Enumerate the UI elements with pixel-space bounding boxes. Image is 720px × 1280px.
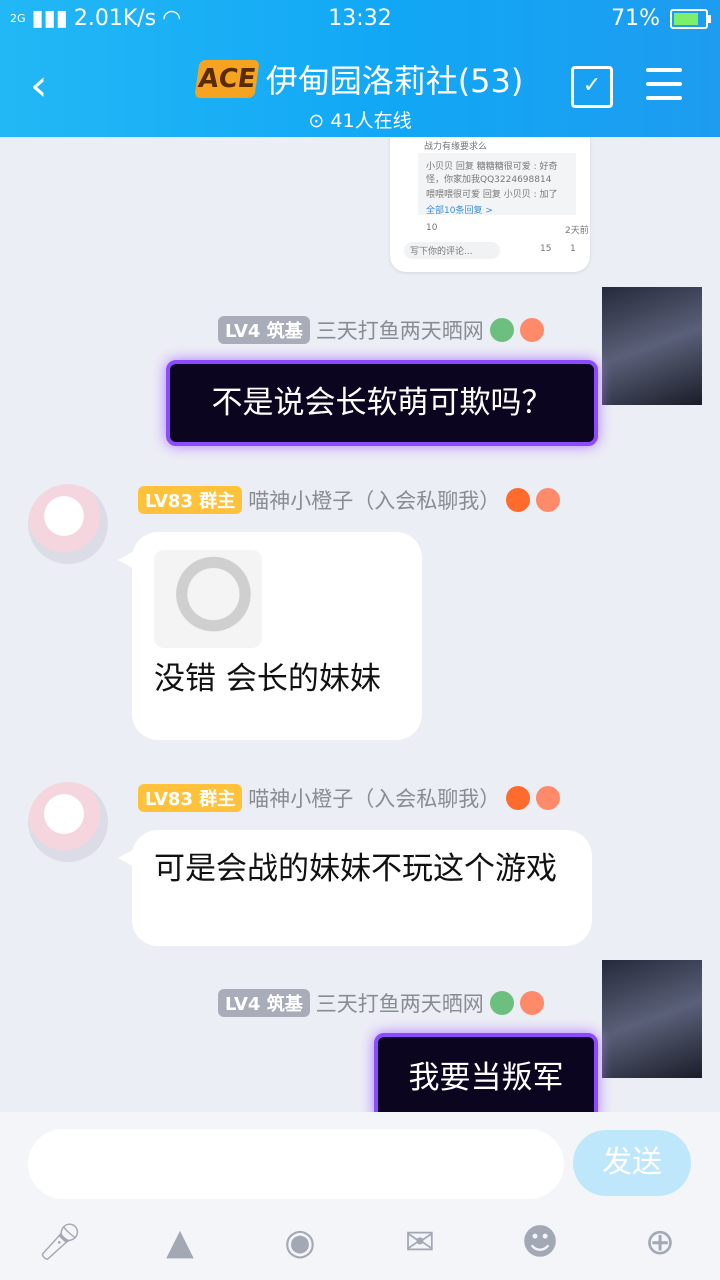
avatar[interactable] bbox=[28, 484, 108, 564]
reply-1: 小贝贝 回复 糖糖糖很可爱 : 好奇怪，你家加我QQ3224698814 bbox=[426, 162, 558, 185]
message-bubble[interactable]: 可是会战的妹妹不玩这个游戏 bbox=[118, 830, 592, 946]
level-badge: LV83 群主 bbox=[138, 486, 243, 514]
level-badge: LV4 筑基 bbox=[218, 316, 310, 344]
emoji-icon[interactable]: ☻ bbox=[517, 1220, 563, 1266]
level-badge: LV83 群主 bbox=[138, 784, 243, 812]
sender-name[interactable]: 三天打鱼两天晒网 bbox=[316, 315, 484, 345]
plus-icon[interactable]: ⊕ bbox=[637, 1220, 683, 1266]
smile-badge-icon bbox=[536, 488, 561, 512]
calendar-check-icon: ✓ bbox=[582, 73, 602, 98]
post-line: 战力有缘要求么 bbox=[424, 142, 488, 152]
comment-input: 写下你的评论... bbox=[404, 242, 500, 259]
reply-count: 15 bbox=[540, 244, 552, 254]
menu-button[interactable] bbox=[646, 68, 682, 110]
smile-badge-icon bbox=[519, 991, 544, 1015]
message-text: 没错 会长的妹妹 bbox=[154, 661, 381, 697]
fire-badge-icon bbox=[506, 488, 531, 512]
fire-badge-icon bbox=[506, 786, 531, 810]
calendar-button[interactable]: ✓ bbox=[571, 66, 613, 108]
red-packet-icon[interactable]: ✉ bbox=[397, 1220, 443, 1266]
camera-icon[interactable]: ◉ bbox=[277, 1220, 323, 1266]
online-count: ⊙ 41人在线 bbox=[0, 106, 720, 133]
app-header: 2G ▮▮▮ 2.01K/s ◠ 13:32 71% ‹ ACE 伊甸园洛莉社(… bbox=[0, 0, 720, 137]
image-icon[interactable]: ▲ bbox=[157, 1220, 203, 1266]
battery-percent: 71% bbox=[611, 6, 660, 31]
smile-badge-icon bbox=[519, 318, 544, 342]
group-logo: ACE bbox=[193, 60, 260, 98]
message-bubble[interactable]: 没错 会长的妹妹 bbox=[118, 532, 422, 740]
toolbar: 🎤︎ ▲ ◉ ✉ ☻ ⊕ bbox=[0, 1216, 720, 1272]
smile-badge-icon bbox=[536, 786, 561, 810]
post-time: 2天前 bbox=[565, 226, 589, 236]
check-circle-icon: ⊙ bbox=[308, 110, 331, 132]
online-count-label: 41人在线 bbox=[330, 110, 412, 132]
dragon-badge-icon bbox=[489, 991, 514, 1015]
send-button[interactable]: 发送 bbox=[573, 1130, 691, 1196]
battery-icon bbox=[670, 8, 711, 29]
reply-2: 喂喂喂很可爱 回复 小贝贝 : 加了 bbox=[426, 190, 558, 200]
comment-count: 10 bbox=[426, 223, 438, 233]
clock: 13:32 bbox=[328, 6, 392, 31]
reply-box: 小贝贝 回复 糖糖糖很可爱 : 好奇怪，你家加我QQ3224698814 喂喂喂… bbox=[418, 153, 576, 216]
avatar[interactable] bbox=[28, 782, 108, 862]
shared-post-screenshot[interactable]: 战力有缘要求么 小贝贝 回复 糖糖糖很可爱 : 好奇怪，你家加我QQ322469… bbox=[390, 137, 590, 272]
group-title[interactable]: 伊甸园洛莉社(53) bbox=[266, 62, 524, 100]
status-bar: 2G ▮▮▮ 2.01K/s ◠ 13:32 71% bbox=[0, 0, 720, 38]
dragon-badge-icon bbox=[489, 318, 514, 342]
input-bar: 发送 🎤︎ ▲ ◉ ✉ ☻ ⊕ bbox=[0, 1112, 720, 1280]
level-badge: LV4 筑基 bbox=[218, 989, 310, 1017]
sender-meta: LV4 筑基 三天打鱼两天晒网 bbox=[218, 315, 544, 345]
sender-meta: LV4 筑基 三天打鱼两天晒网 bbox=[218, 988, 544, 1018]
avatar[interactable] bbox=[602, 960, 702, 1078]
more-replies-link: 全部10条回复 > bbox=[426, 206, 493, 216]
chat-area[interactable]: 战力有缘要求么 小贝贝 回复 糖糖糖很可爱 : 好奇怪，你家加我QQ322469… bbox=[0, 137, 720, 1112]
message-bubble[interactable]: 不是说会长软萌可欺吗？ bbox=[166, 360, 598, 446]
avatar[interactable] bbox=[602, 287, 702, 405]
message-input[interactable] bbox=[28, 1129, 564, 1199]
message-bubble[interactable]: 我要当叛军 bbox=[374, 1033, 598, 1112]
microphone-icon[interactable]: 🎤︎ bbox=[37, 1220, 83, 1266]
like-count: 1 bbox=[570, 244, 576, 254]
sender-meta: LV83 群主 喵神小橙子（入会私聊我） bbox=[138, 485, 561, 515]
sender-meta: LV83 群主 喵神小橙子（入会私聊我） bbox=[138, 783, 561, 813]
ghost-sticker bbox=[154, 550, 262, 648]
sender-name[interactable]: 喵神小橙子（入会私聊我） bbox=[248, 485, 500, 515]
sender-name[interactable]: 三天打鱼两天晒网 bbox=[316, 988, 484, 1018]
sender-name[interactable]: 喵神小橙子（入会私聊我） bbox=[248, 783, 500, 813]
menu-icon bbox=[646, 68, 682, 72]
